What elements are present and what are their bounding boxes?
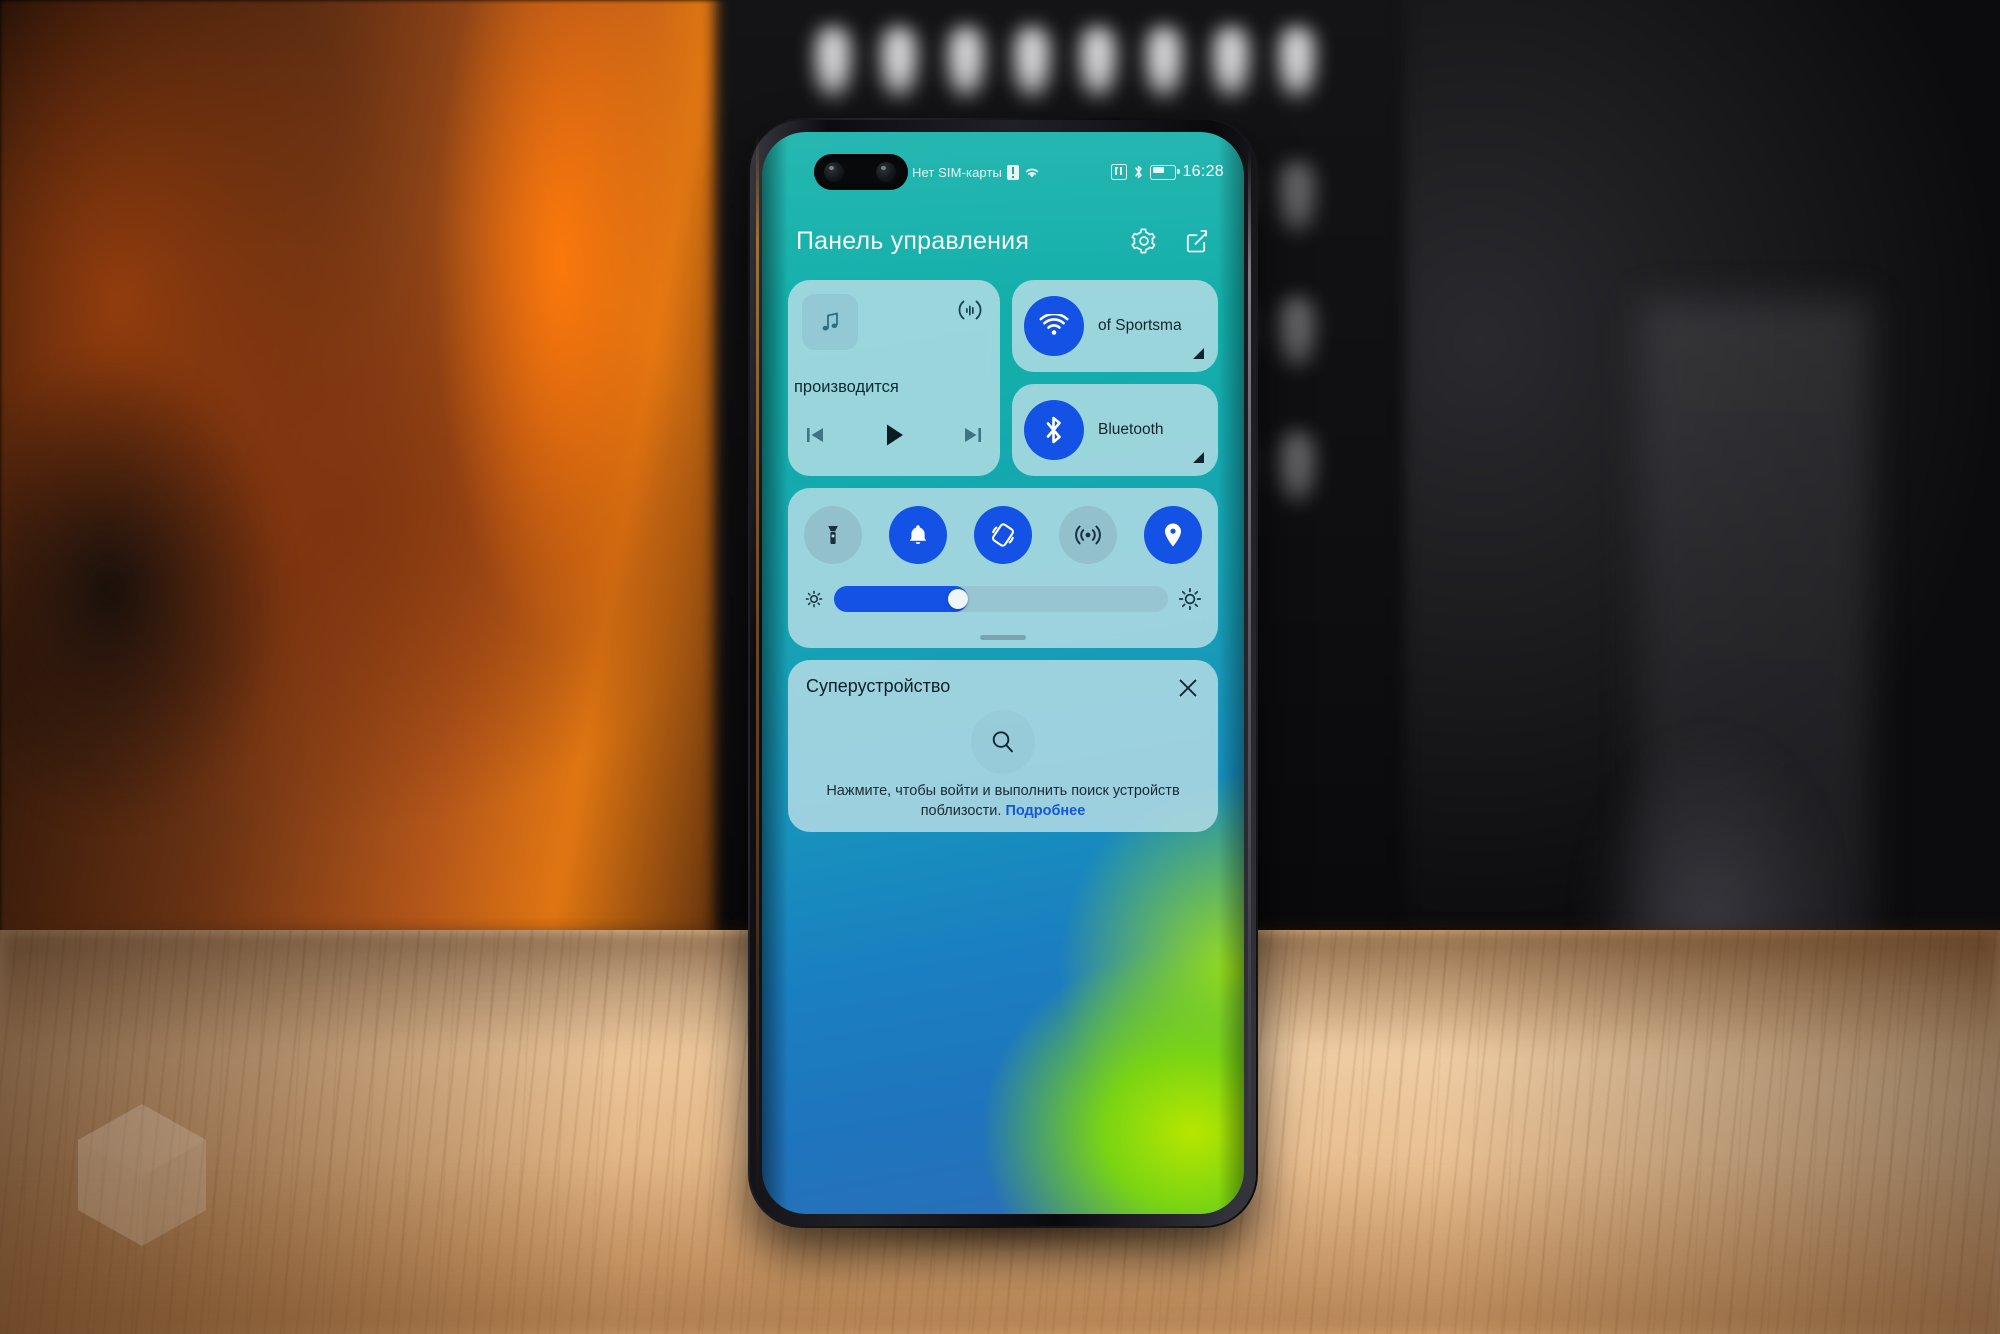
- superdevice-description: Нажмите, чтобы войти и выполнить поиск у…: [804, 782, 1202, 821]
- gear-icon[interactable]: [1130, 227, 1158, 255]
- control-panel-header: Панель управления: [796, 218, 1210, 264]
- status-bar: Нет SIM-карты 16:28: [762, 154, 1244, 190]
- sim-alert-icon: [1006, 164, 1019, 180]
- screen-curve-right: [1218, 132, 1244, 1214]
- wifi-tile[interactable]: of Sportsma: [1012, 280, 1218, 372]
- album-art: [802, 294, 858, 350]
- carrier-label: Нет SIM-карты: [912, 164, 1002, 180]
- skip-next-icon[interactable]: [960, 422, 986, 448]
- media-player-card[interactable]: производится: [788, 280, 1000, 476]
- learn-more-link[interactable]: Подробнее: [1005, 803, 1085, 819]
- expand-corner-icon[interactable]: [1193, 452, 1204, 463]
- bell-icon: [905, 522, 931, 548]
- location-pin-icon: [1161, 521, 1185, 549]
- superdevice-search-button[interactable]: [971, 710, 1035, 774]
- battery-icon: [1150, 164, 1180, 180]
- toggle-auto-rotate[interactable]: [974, 506, 1032, 564]
- brightness-low-icon: [804, 589, 824, 609]
- toggle-flashlight[interactable]: [804, 506, 862, 564]
- photo-scene: Нет SIM-карты 16:28 Панель управления пр…: [0, 0, 2000, 1334]
- nfc-icon: [1111, 164, 1128, 180]
- bezel-highlight-left: [756, 134, 759, 1204]
- rotate-icon: [989, 521, 1017, 549]
- page-title: Панель управления: [796, 226, 1030, 255]
- edit-icon[interactable]: [1182, 227, 1210, 255]
- wifi-icon: [1024, 166, 1040, 179]
- phone-screen: Нет SIM-карты 16:28 Панель управления пр…: [762, 132, 1244, 1214]
- brightness-high-icon: [1178, 587, 1202, 611]
- bluetooth-label: Bluetooth: [1098, 421, 1164, 438]
- hexagon-logo: [72, 1100, 212, 1250]
- wifi-icon: [1024, 296, 1084, 356]
- smartphone: Нет SIM-карты 16:28 Панель управления пр…: [748, 118, 1258, 1228]
- bluetooth-icon: [1024, 400, 1084, 460]
- music-note-icon: [818, 309, 842, 335]
- superdevice-desc-line1: Нажмите, чтобы войти и выполнить поиск: [826, 783, 1109, 799]
- superdevice-card[interactable]: Суперустройство Нажмите, чтобы войти и в…: [788, 660, 1218, 832]
- skip-previous-icon[interactable]: [802, 422, 828, 448]
- close-icon[interactable]: [1176, 676, 1200, 700]
- superdevice-title: Суперустройство: [806, 676, 951, 696]
- play-icon[interactable]: [879, 420, 909, 450]
- panel-drag-handle[interactable]: [980, 635, 1026, 640]
- wifi-network-label: of Sportsma: [1098, 317, 1182, 334]
- toggle-ringer[interactable]: [889, 506, 947, 564]
- control-panel-body: производится of Sportsma Bluetooth Супер…: [788, 280, 1218, 832]
- bluetooth-icon: [1133, 164, 1144, 180]
- bezel-highlight-right: [1248, 148, 1251, 1178]
- expand-corner-icon[interactable]: [1193, 348, 1204, 359]
- toggle-location[interactable]: [1144, 506, 1202, 564]
- brightness-row: [804, 586, 1202, 612]
- media-title: производится: [794, 378, 899, 396]
- toggle-hotspot[interactable]: [1059, 506, 1117, 564]
- hotspot-icon: [1074, 522, 1102, 548]
- flashlight-icon: [820, 522, 846, 548]
- screen-curve-left: [762, 132, 788, 1214]
- quick-toggles-card: [788, 488, 1218, 648]
- brightness-slider-knob[interactable]: [947, 589, 968, 609]
- background-left-shadow: [0, 360, 300, 920]
- audio-output-icon[interactable]: [956, 296, 984, 324]
- brightness-slider[interactable]: [834, 586, 1168, 612]
- bluetooth-tile[interactable]: Bluetooth: [1012, 384, 1218, 476]
- search-icon: [988, 727, 1018, 757]
